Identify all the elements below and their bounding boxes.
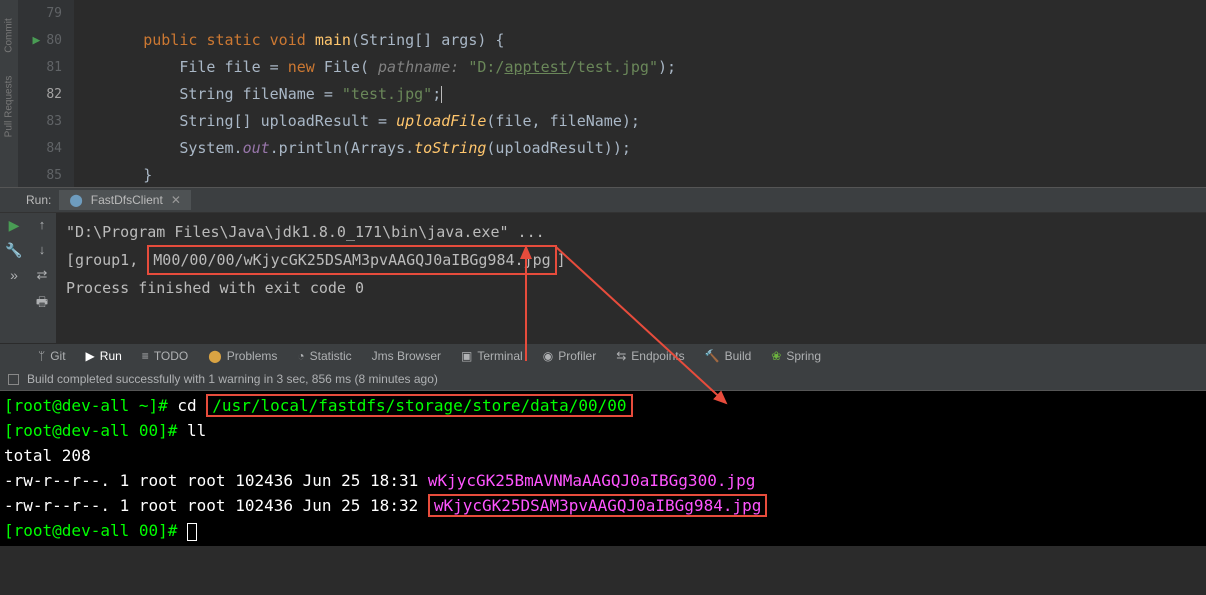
run-tab[interactable]: ⬤ FastDfsClient ✕ [59,190,191,210]
run-config-icon: ⬤ [69,193,82,207]
console-line: "D:\Program Files\Java\jdk1.8.0_171\bin\… [66,219,1196,245]
function-call: toString [414,139,486,157]
endpoints-icon: ⇆ [616,349,626,363]
keyword: static [206,31,260,49]
hammer-icon: 🔨 [705,349,720,363]
line-num: 84 [18,135,62,162]
string: "D:/ [468,58,504,76]
status-bar: Build completed successfully with 1 warn… [0,368,1206,391]
string: /test.jpg" [568,58,658,76]
highlighted-path: M00/00/00/wKjycGK25DSAM3pvAAGQJ0aIBGg984… [147,245,556,275]
prompt: [root@dev-all 00]# [4,421,187,440]
tab-endpoints[interactable]: ⇆Endpoints [616,349,684,363]
tab-statistic[interactable]: ◔Statistic [297,349,351,363]
scroll-up-icon[interactable]: ↑ [39,217,46,232]
console-output[interactable]: "D:\Program Files\Java\jdk1.8.0_171\bin\… [56,213,1206,343]
side-tool-windows[interactable]: Commit Pull Requests [0,0,18,187]
list-icon: ≡ [142,349,149,363]
status-text: Build completed successfully with 1 warn… [27,372,438,386]
tab-git[interactable]: ᛘGit [38,349,66,363]
run-toolbar-left: ▶ 🔧 » [0,213,28,343]
tab-build[interactable]: 🔨Build [705,349,752,363]
terminal-cursor [187,523,197,541]
line-num: ▶80 [18,27,62,54]
scroll-down-icon[interactable]: ↓ [39,242,46,257]
line-num: 83 [18,108,62,135]
string: "test.jpg" [342,85,432,103]
ls-output: total 208 [4,443,1202,468]
line-num: 81 [18,54,62,81]
line-gutter: 79 ▶80 81 82 83 84 85 [18,0,74,187]
command: cd [177,396,206,415]
run-tab-label: FastDfsClient [91,193,163,207]
tab-run[interactable]: ▶Run [86,349,122,363]
code-editor[interactable]: public static void main(String[] args) {… [74,0,1206,187]
function-call: uploadFile [396,112,486,130]
tab-jms[interactable]: Jms Browser [372,349,441,363]
file-name: wKjycGK25BmAVNMaAAGQJ0aIBGg300.jpg [428,471,756,490]
spring-icon: ❀ [771,349,781,363]
string: apptest [504,58,567,76]
keyword: new [288,58,315,76]
terminal-icon: ▣ [461,349,472,363]
run-label: Run: [18,193,59,207]
text-cursor [441,86,442,103]
run-panel-header: Run: ⬤ FastDfsClient ✕ [0,188,1206,213]
tab-spring[interactable]: ❀Spring [771,349,821,363]
tab-terminal[interactable]: ▣Terminal [461,349,523,363]
pull-requests-tool[interactable]: Pull Requests [4,76,15,138]
param-hint: pathname: [378,58,459,76]
profiler-icon: ◉ [543,349,553,363]
keyword: public [143,31,197,49]
status-icon[interactable] [8,374,19,385]
print-icon[interactable]: 🖶 [36,293,48,315]
external-terminal[interactable]: [root@dev-all ~]# cd /usr/local/fastdfs/… [0,391,1206,546]
close-icon[interactable]: ✕ [171,193,181,207]
tab-problems[interactable]: ⬤Problems [208,349,277,363]
soft-wrap-icon[interactable]: ⇄ [37,267,48,283]
play-icon: ▶ [86,349,95,363]
line-num-current: 82 [18,81,62,108]
console-line: [group1, M00/00/00/wKjycGK25DSAM3pvAAGQJ… [66,245,1196,275]
tab-profiler[interactable]: ◉Profiler [543,349,597,363]
ls-output: -rw-r--r--. 1 root root 102436 Jun 25 18… [4,471,428,490]
branch-icon: ᛘ [38,349,45,363]
function-name: main [315,31,351,49]
tab-todo[interactable]: ≡TODO [142,349,188,363]
chart-icon: ◔ [297,349,304,363]
console-line: Process finished with exit code 0 [66,275,1196,301]
settings-button[interactable]: 🔧 [5,242,22,259]
line-num: 85 [18,162,62,189]
run-toolbar-inner: ↑ ↓ ⇄ 🖶 [28,213,56,343]
bottom-tool-tabs: ᛘGit ▶Run ≡TODO ⬤Problems ◔Statistic Jms… [0,343,1206,368]
commit-tool[interactable]: Commit [4,18,15,52]
prompt: [root@dev-all ~]# [4,396,177,415]
run-gutter-icon[interactable]: ▶ [33,27,41,54]
more-button[interactable]: » [10,267,18,283]
ls-output: -rw-r--r--. 1 root root 102436 Jun 25 18… [4,496,428,515]
command: ll [187,421,206,440]
highlighted-cd-path: /usr/local/fastdfs/storage/store/data/00… [206,394,632,417]
highlighted-file-name: wKjycGK25DSAM3pvAAGQJ0aIBGg984.jpg [428,494,768,517]
warning-icon: ⬤ [208,349,221,363]
keyword: void [270,31,306,49]
prompt: [root@dev-all 00]# [4,521,187,540]
line-num: 79 [18,0,62,27]
field: out [243,139,270,157]
rerun-button[interactable]: ▶ [9,217,20,234]
